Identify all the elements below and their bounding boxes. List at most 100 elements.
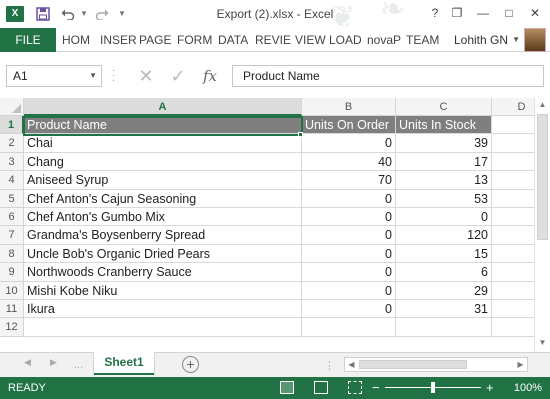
next-sheet-icon[interactable]: ▶ <box>50 357 57 368</box>
tab-review[interactable]: REVIE <box>255 28 291 52</box>
enter-check-icon[interactable]: ✓ <box>166 65 190 87</box>
tab-novap[interactable]: novaP <box>367 28 401 52</box>
fill-handle[interactable] <box>298 132 303 137</box>
tab-page-layout[interactable]: PAGE <box>139 28 171 52</box>
table-cell[interactable] <box>492 116 534 135</box>
vertical-scroll-thumb[interactable] <box>537 114 548 240</box>
close-button[interactable]: ✕ <box>524 3 546 23</box>
table-cell[interactable]: 0 <box>302 281 396 300</box>
tab-data[interactable]: DATA <box>218 28 248 52</box>
table-cell[interactable]: Chef Anton's Cajun Seasoning <box>24 189 302 208</box>
normal-view-icon[interactable] <box>280 381 294 394</box>
maximize-button[interactable]: □ <box>498 3 520 23</box>
name-box-dropdown-icon[interactable]: ▼ <box>89 66 97 86</box>
table-cell[interactable]: Chai <box>24 134 302 153</box>
table-cell[interactable] <box>492 300 534 319</box>
table-cell[interactable]: 0 <box>302 300 396 319</box>
tab-file[interactable]: FILE <box>0 28 56 52</box>
minimize-button[interactable]: — <box>472 3 494 23</box>
table-cell[interactable]: 39 <box>396 134 492 153</box>
table-cell[interactable]: 120 <box>396 226 492 245</box>
prev-sheet-icon[interactable]: ◀ <box>24 357 31 368</box>
tab-view[interactable]: VIEW <box>295 28 326 52</box>
table-cell[interactable]: 13 <box>396 171 492 190</box>
table-cell[interactable]: 0 <box>396 208 492 227</box>
table-cell[interactable] <box>24 318 302 337</box>
column-header-c[interactable]: C <box>396 98 492 116</box>
table-cell[interactable]: 0 <box>302 263 396 282</box>
header-cell[interactable]: Units In Stock <box>396 116 492 135</box>
row-header[interactable]: 6 <box>0 208 24 227</box>
zoom-out-button[interactable]: − <box>372 377 380 399</box>
user-name[interactable]: Lohith GN <box>454 28 508 52</box>
table-cell[interactable] <box>492 282 534 300</box>
row-header[interactable]: 8 <box>0 244 24 264</box>
row-header[interactable]: 2 <box>0 134 24 153</box>
formula-input[interactable]: Product Name <box>232 65 544 87</box>
table-cell[interactable]: 15 <box>396 244 492 264</box>
scroll-down-icon[interactable]: ▼ <box>535 336 550 350</box>
header-cell[interactable]: Product Name <box>24 116 302 135</box>
table-cell[interactable] <box>492 263 534 282</box>
table-cell[interactable] <box>492 226 534 245</box>
table-cell[interactable]: 0 <box>302 134 396 153</box>
scroll-up-icon[interactable]: ▲ <box>535 98 550 112</box>
table-cell[interactable]: 29 <box>396 281 492 300</box>
table-cell[interactable]: 17 <box>396 152 492 172</box>
table-cell[interactable]: Aniseed Syrup <box>24 171 302 190</box>
insert-function-button[interactable]: fx <box>198 65 222 87</box>
table-cell[interactable] <box>396 318 492 337</box>
column-header-d[interactable]: D <box>492 98 534 116</box>
table-cell[interactable] <box>492 208 534 227</box>
scroll-left-icon[interactable]: ◀ <box>345 358 358 371</box>
sheet-tab-sheet1[interactable]: Sheet1 <box>94 352 154 375</box>
table-cell[interactable]: 31 <box>396 300 492 319</box>
table-cell[interactable]: 0 <box>302 244 396 264</box>
row-header[interactable]: 9 <box>0 263 24 282</box>
column-header-a[interactable]: A <box>24 98 302 116</box>
header-cell[interactable]: Units On Order <box>302 116 396 135</box>
table-cell[interactable]: 53 <box>396 189 492 208</box>
tab-home[interactable]: HOM <box>62 28 90 52</box>
page-layout-view-icon[interactable] <box>314 381 328 394</box>
table-cell[interactable] <box>492 171 534 190</box>
table-cell[interactable]: Ikura <box>24 300 302 319</box>
table-cell[interactable]: Chef Anton's Gumbo Mix <box>24 208 302 227</box>
table-cell[interactable]: 0 <box>302 226 396 245</box>
formula-bar-splitter[interactable]: · · · <box>112 66 116 86</box>
tab-team[interactable]: TEAM <box>406 28 439 52</box>
table-cell[interactable]: 70 <box>302 171 396 190</box>
table-cell[interactable]: Uncle Bob's Organic Dried Pears <box>24 244 302 264</box>
column-header-b[interactable]: B <box>302 98 396 116</box>
row-header[interactable]: 1 <box>0 116 24 135</box>
table-cell[interactable]: Grandma's Boysenberry Spread <box>24 226 302 245</box>
avatar[interactable] <box>524 28 546 52</box>
table-cell[interactable] <box>492 153 534 172</box>
zoom-level[interactable]: 100% <box>514 377 542 399</box>
table-cell[interactable]: 6 <box>396 263 492 282</box>
table-cell[interactable]: Mishi Kobe Niku <box>24 281 302 300</box>
more-sheets-icon[interactable]: ... <box>74 359 83 371</box>
add-sheet-icon[interactable]: + <box>182 356 199 373</box>
row-header[interactable]: 5 <box>0 189 24 208</box>
help-button[interactable]: ? <box>424 3 446 23</box>
row-header[interactable]: 7 <box>0 226 24 245</box>
page-break-view-icon[interactable] <box>348 381 362 394</box>
row-header[interactable]: 3 <box>0 152 24 172</box>
table-cell[interactable] <box>492 245 534 264</box>
ribbon-display-options-button[interactable]: ❐ <box>446 3 468 23</box>
tab-formulas[interactable]: FORM <box>177 28 212 52</box>
row-header[interactable]: 4 <box>0 171 24 190</box>
horizontal-scroll-thumb[interactable] <box>359 360 467 369</box>
select-all-button[interactable] <box>0 98 24 116</box>
row-header[interactable]: 10 <box>0 281 24 300</box>
row-header[interactable]: 11 <box>0 300 24 319</box>
table-cell[interactable] <box>492 134 534 153</box>
vertical-scrollbar[interactable]: ▲ ▼ <box>534 98 550 352</box>
zoom-in-button[interactable]: + <box>486 377 494 399</box>
table-cell[interactable]: Chang <box>24 152 302 172</box>
row-header[interactable]: 12 <box>0 318 24 337</box>
table-cell[interactable] <box>492 318 534 337</box>
table-cell[interactable]: 0 <box>302 189 396 208</box>
tab-load[interactable]: LOAD <box>329 28 362 52</box>
